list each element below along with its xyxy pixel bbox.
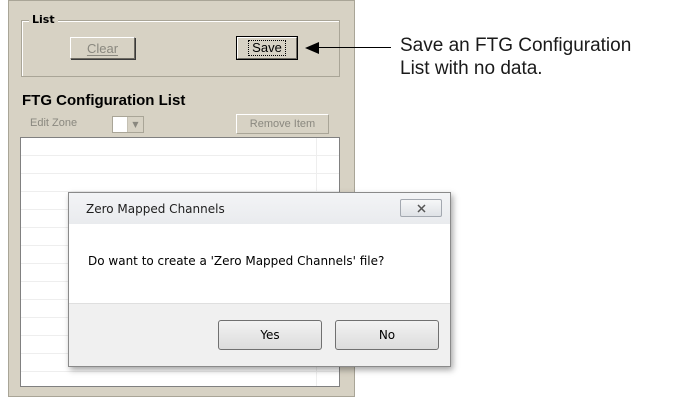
callout-line — [318, 47, 391, 48]
ftg-configuration-title: FTG Configuration List — [22, 92, 186, 109]
dialog-body: Do want to create a 'Zero Mapped Channel… — [69, 224, 450, 303]
remove-item-button[interactable]: Remove Item — [236, 114, 329, 134]
edit-zone-label: Edit Zone — [30, 117, 78, 129]
annotation-line-1: Save an FTG Configuration — [400, 35, 632, 56]
annotation-text: Save an FTG Configuration List with no d… — [400, 34, 690, 80]
clear-button-label: Clear — [86, 40, 119, 56]
yes-button-label: Yes — [260, 328, 280, 342]
close-icon — [416, 203, 426, 213]
yes-button[interactable]: Yes — [218, 320, 322, 350]
save-button-label: Save — [248, 40, 286, 56]
dialog-titlebar[interactable]: Zero Mapped Channels — [69, 193, 450, 224]
dialog-message: Do want to create a 'Zero Mapped Channel… — [88, 254, 385, 268]
annotation-line-2: List with no data. — [400, 58, 543, 79]
arrow-head-icon — [305, 42, 319, 54]
zero-mapped-channels-dialog: Zero Mapped Channels Do want to create a… — [68, 192, 451, 367]
list-group-legend: List — [29, 13, 58, 26]
edit-zone-dropdown[interactable]: ▼ — [112, 116, 144, 133]
dialog-title: Zero Mapped Channels — [86, 202, 225, 216]
save-button[interactable]: Save — [236, 36, 298, 60]
no-button-label: No — [378, 328, 396, 342]
no-button[interactable]: No — [335, 320, 439, 350]
chevron-down-icon[interactable]: ▼ — [127, 117, 143, 132]
remove-item-button-label: Remove Item — [249, 118, 316, 130]
close-button[interactable] — [400, 199, 442, 217]
clear-button[interactable]: Clear — [70, 37, 135, 59]
dialog-footer: Yes No — [69, 303, 450, 366]
